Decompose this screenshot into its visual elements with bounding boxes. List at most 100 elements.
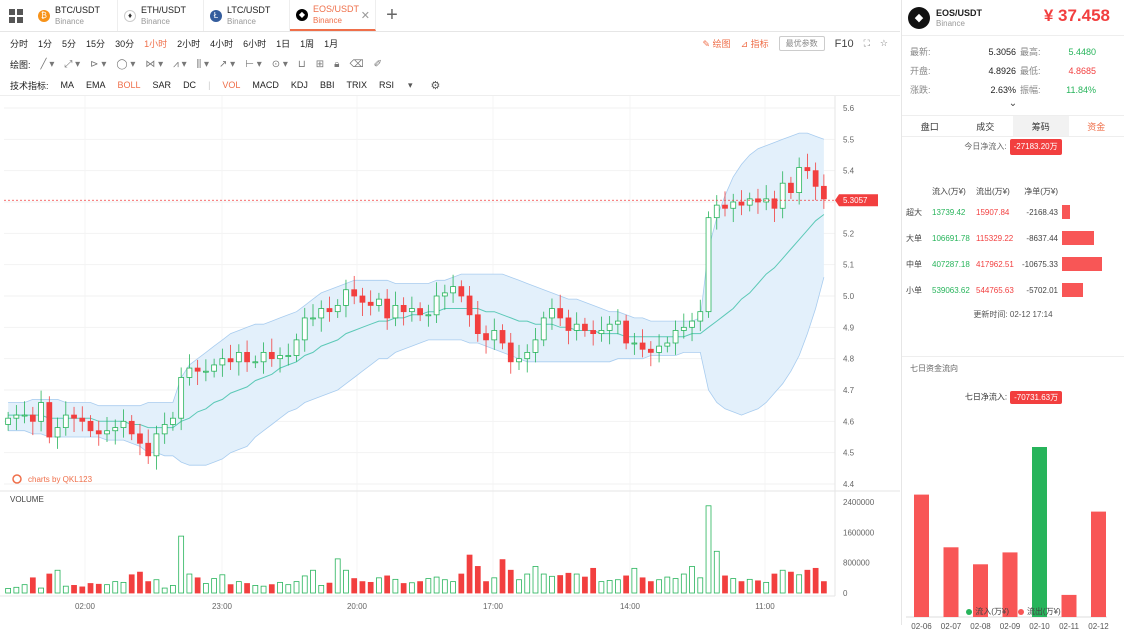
ray-tool-icon[interactable]: ⤢ ▾ [64, 59, 80, 70]
flow-net: -10675.33 [1020, 260, 1062, 269]
tab-ltc-usdt[interactable]: ŁLTC/USDTBinance [204, 0, 290, 31]
tab-btc-usdt[interactable]: ₿BTC/USDTBinance [32, 0, 118, 31]
candle-body [352, 290, 357, 296]
close-tab-icon[interactable]: ✕ [361, 9, 370, 22]
draw-button[interactable]: ✎ 绘图 [703, 37, 731, 50]
volume-bar [821, 582, 826, 593]
volume-bar [352, 579, 357, 593]
candle-body [508, 343, 513, 362]
indicator-ema[interactable]: EMA [86, 80, 106, 90]
wave-tool-icon[interactable]: ⋈ ▾ [145, 59, 163, 70]
panel-tab-2[interactable]: 筹码 [1013, 116, 1069, 136]
flow-in: 106691.78 [932, 234, 976, 243]
tab-eos-usdt[interactable]: ◆EOS/USDTBinance✕ [290, 0, 376, 31]
volume-bar [755, 581, 760, 593]
grid-menu-icon[interactable] [0, 0, 32, 31]
seven-day-label: 02-09 [1000, 622, 1021, 631]
pref-button[interactable]: 最优参数 [779, 36, 825, 51]
interval-7[interactable]: 4小时 [210, 37, 233, 50]
pattern-tool-icon[interactable]: ⩘ ▾ [173, 59, 186, 70]
channel-tool-icon[interactable]: ⊳ ▾ [90, 59, 106, 70]
candle-body [203, 371, 208, 372]
candle-body [121, 421, 126, 427]
interval-3[interactable]: 15分 [86, 37, 105, 50]
outflow-dot-icon [1018, 609, 1024, 615]
volume-bar [401, 584, 406, 593]
legend-outflow: 流出(万¥) [1027, 607, 1061, 616]
indicator-bbi[interactable]: BBI [320, 80, 335, 90]
add-tab-icon[interactable]: + [376, 0, 408, 31]
indicator-boll[interactable]: BOLL [118, 80, 141, 90]
candlestick-chart[interactable]: 5.65.55.45.35.25.15.04.94.84.74.64.54.40… [0, 96, 900, 625]
candle-body [187, 368, 192, 377]
interval-1[interactable]: 1分 [38, 37, 52, 50]
candle-body [541, 318, 546, 340]
tab-list: ₿BTC/USDTBinance♦ETH/USDTBinanceŁLTC/USD… [32, 0, 376, 31]
volume-tick-label: 800000 [843, 559, 870, 568]
coin-icon: Ł [210, 10, 222, 22]
chart-settings-icon[interactable]: ⊞ [316, 59, 324, 70]
candle-body [492, 330, 497, 339]
net-today-label: 今日净流入: [964, 142, 1006, 151]
boll-band-fill [8, 133, 824, 465]
candle-body [6, 418, 11, 424]
indicator-vol[interactable]: VOL [222, 80, 240, 90]
candle-body [442, 293, 447, 296]
interval-2[interactable]: 5分 [62, 37, 76, 50]
flow-net-bar [1062, 205, 1070, 219]
more-indicators-icon[interactable]: ▾ [408, 80, 413, 91]
indicator-sar[interactable]: SAR [153, 80, 172, 90]
volume-bar [385, 576, 390, 593]
indicator-trix[interactable]: TRIX [346, 80, 367, 90]
indicator-kdj[interactable]: KDJ [291, 80, 308, 90]
indicator-macd[interactable]: MACD [252, 80, 279, 90]
tab-eth-usdt[interactable]: ♦ETH/USDTBinance [118, 0, 204, 31]
flow-name: 小单 [902, 285, 932, 296]
tab-names: BTC/USDTBinance [55, 5, 100, 27]
volume-bar [245, 584, 250, 593]
measure-tool-icon[interactable]: ⊢ ▾ [245, 59, 262, 70]
fib-tool-icon[interactable]: ⫼ ▾ [197, 59, 209, 70]
interval-0[interactable]: 分时 [10, 37, 28, 50]
candle-body [228, 359, 233, 362]
panel-tab-3[interactable]: 资金 [1069, 116, 1124, 136]
volume-bar [467, 555, 472, 593]
interval-4[interactable]: 30分 [115, 37, 134, 50]
volume-bar [591, 568, 596, 593]
volume-bar [195, 578, 200, 593]
interval-8[interactable]: 6小时 [243, 37, 266, 50]
line-tool-icon[interactable]: ╱ ▾ [41, 59, 55, 70]
indicator-ma[interactable]: MA [61, 80, 75, 90]
trash-icon[interactable]: ⌫ [349, 59, 363, 70]
interval-5[interactable]: 1小时 [144, 37, 167, 50]
circle-tool-icon[interactable]: ◯ ▾ [116, 59, 135, 70]
indicator-rsi[interactable]: RSI [379, 80, 394, 90]
magnet-icon[interactable]: ⊔ [298, 59, 306, 70]
interval-9[interactable]: 1日 [276, 37, 290, 50]
arrow-tool-icon[interactable]: ↗ ▾ [219, 59, 235, 70]
label-tool-icon[interactable]: ⊙ ▾ [272, 59, 288, 70]
tab-exchange: Binance [141, 16, 186, 27]
stat-key-2: 最高: [1020, 45, 1050, 58]
f10-button[interactable]: F10 [835, 38, 854, 50]
candle-body [327, 309, 332, 312]
volume-bar [805, 570, 810, 593]
star-icon[interactable]: ☆ [880, 38, 888, 49]
indicator-button[interactable]: ⊿ 指标 [741, 37, 769, 50]
volume-bar [319, 585, 324, 593]
candle-body [376, 299, 381, 305]
expand-chevron-icon[interactable]: ⌄ [902, 99, 1124, 111]
panel-tab-1[interactable]: 成交 [958, 116, 1014, 136]
candle-body [80, 418, 85, 421]
fullscreen-icon[interactable]: ⛶ [864, 38, 870, 49]
interval-6[interactable]: 2小时 [177, 37, 200, 50]
eraser-icon[interactable]: ✐ [374, 59, 382, 70]
candle-body [294, 340, 299, 356]
settings-gear-icon[interactable]: ⚙ [431, 79, 441, 92]
indicator-dc[interactable]: DC [183, 80, 196, 90]
interval-10[interactable]: 1周 [300, 37, 314, 50]
price-stats: 最新:5.3056最高:5.4480开盘:4.8926最低:4.8685涨跌:2… [902, 36, 1124, 99]
panel-tab-0[interactable]: 盘口 [902, 116, 958, 136]
interval-11[interactable]: 1月 [324, 37, 338, 50]
lock-icon[interactable]: 🔒︎ [334, 59, 339, 70]
